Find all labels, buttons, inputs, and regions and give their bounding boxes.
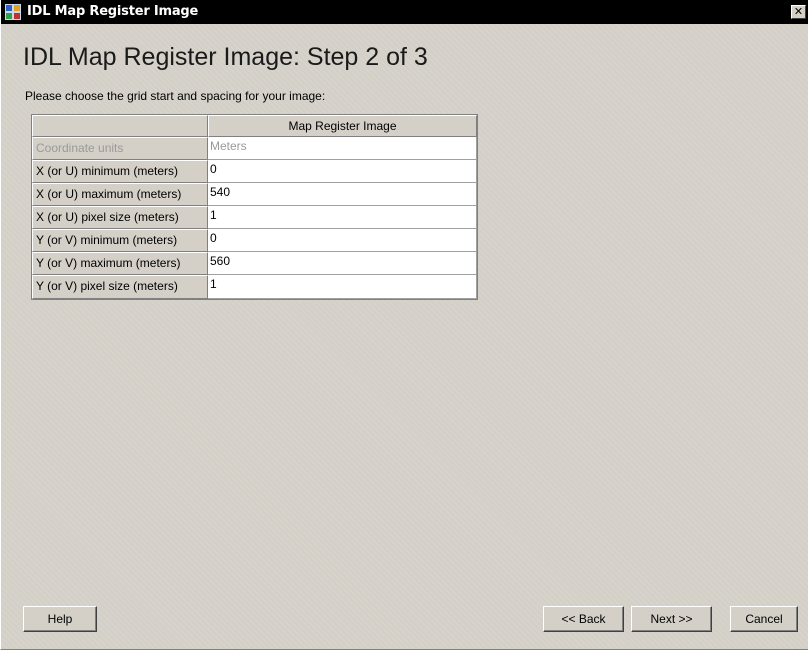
y-minimum-field[interactable]: 0 [208,229,477,252]
next-button[interactable]: Next >> [631,606,712,632]
cancel-button[interactable]: Cancel [730,606,798,632]
dialog-window: IDL Map Register Image ✕ IDL Map Registe… [0,0,808,650]
window-title: IDL Map Register Image [27,4,199,19]
row-header-y-pixel-size: Y (or V) pixel size (meters) [32,275,208,299]
x-pixel-size-field[interactable]: 1 [208,206,477,229]
row-header-coordinate-units: Coordinate units [32,137,208,160]
y-pixel-size-field[interactable]: 1 [208,275,477,299]
help-button[interactable]: Help [23,606,97,632]
row-header-x-maximum: X (or U) maximum (meters) [32,183,208,206]
idl-app-icon [5,4,21,20]
column-header-map-register-image[interactable]: Map Register Image [208,115,477,137]
x-minimum-field[interactable]: 0 [208,160,477,183]
row-header-y-minimum: Y (or V) minimum (meters) [32,229,208,252]
row-header-x-minimum: X (or U) minimum (meters) [32,160,208,183]
x-maximum-field[interactable]: 540 [208,183,477,206]
back-button[interactable]: << Back [543,606,624,632]
row-header-x-pixel-size: X (or U) pixel size (meters) [32,206,208,229]
grid-corner-header [32,115,208,137]
title-bar[interactable]: IDL Map Register Image ✕ [1,0,808,24]
page-title: IDL Map Register Image: Step 2 of 3 [23,43,428,71]
coordinate-units-field: Meters [208,137,477,160]
y-maximum-field[interactable]: 560 [208,252,477,275]
property-grid: Map Register Image Coordinate units Mete… [31,114,478,300]
row-header-y-maximum: Y (or V) maximum (meters) [32,252,208,275]
close-icon[interactable]: ✕ [791,5,806,19]
instruction-text: Please choose the grid start and spacing… [25,89,326,103]
